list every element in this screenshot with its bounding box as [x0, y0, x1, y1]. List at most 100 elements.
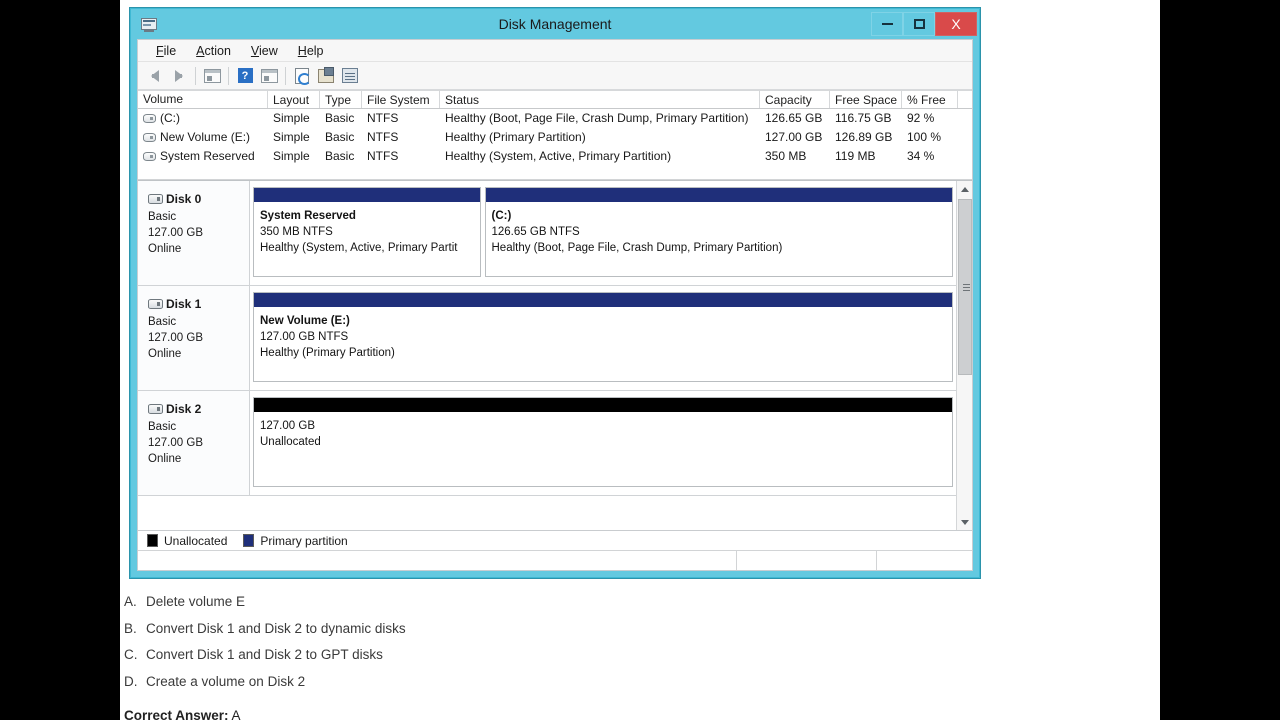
back-icon	[151, 69, 159, 82]
table-row[interactable]: (C:) Simple Basic NTFS Healthy (Boot, Pa…	[138, 109, 972, 128]
menu-action[interactable]: Action	[186, 42, 241, 60]
column-header-volume[interactable]: Volume	[138, 91, 268, 108]
forward-button[interactable]	[167, 64, 191, 88]
forward-icon	[175, 69, 183, 82]
disk-icon	[148, 299, 163, 309]
table-row[interactable]: New Volume (E:) Simple Basic NTFS Health…	[138, 128, 972, 147]
maximize-button[interactable]	[903, 12, 935, 36]
disk-title-1: Disk 1	[148, 296, 249, 312]
disk-size: 127.00 GB	[148, 227, 203, 239]
column-header-layout[interactable]: Layout	[268, 91, 320, 108]
back-button[interactable]	[143, 64, 167, 88]
minimize-button[interactable]	[871, 12, 903, 36]
minimize-icon	[881, 23, 893, 25]
menu-file[interactable]: File	[146, 42, 186, 60]
scroll-down-button[interactable]	[957, 514, 972, 530]
disk-info-2[interactable]: Disk 2 Basic 127.00 GB Online	[138, 391, 250, 495]
percent-free-cell: 34 %	[907, 149, 935, 163]
choice-c-letter: C.	[124, 647, 138, 662]
partition-status: Healthy (System, Active, Primary Partit	[260, 242, 458, 254]
choice-b-text: Convert Disk 1 and Disk 2 to dynamic dis…	[146, 620, 406, 636]
menu-view[interactable]: View	[241, 42, 288, 60]
choice-d[interactable]: D. Create a volume on Disk 2	[124, 672, 824, 693]
volume-name: New Volume (E:)	[160, 130, 251, 144]
page-root: Disk Management X File Action View Help	[0, 0, 1280, 720]
window-controls: X	[871, 12, 977, 36]
choice-b[interactable]: B. Convert Disk 1 and Disk 2 to dynamic …	[124, 619, 824, 640]
legend-label-primary-partition: Primary partition	[260, 533, 348, 548]
toolbar: ?	[138, 62, 972, 90]
title-bar[interactable]: Disk Management X	[131, 9, 979, 39]
column-header-percent-free[interactable]: % Free	[902, 91, 958, 108]
chevron-up-icon	[960, 186, 969, 192]
partition-unallocated[interactable]: 127.00 GB Unallocated	[253, 397, 953, 487]
properties-button[interactable]	[314, 64, 338, 88]
disk-type: Basic	[148, 316, 177, 328]
column-header-free-space[interactable]: Free Space	[830, 91, 902, 108]
disk-state: Online	[148, 243, 182, 255]
legend-swatch-primary-partition	[243, 534, 255, 547]
partition-c-drive[interactable]: (C:) 126.65 GB NTFS Healthy (Boot, Page …	[484, 187, 953, 277]
letterbox-right	[1160, 0, 1280, 720]
volume-cell: New Volume (E:)	[138, 128, 268, 147]
toolbar-separator	[228, 66, 229, 85]
partition-body: New Volume (E:) 127.00 GB NTFS Healthy (…	[254, 308, 952, 381]
type-cell: Basic	[325, 149, 355, 163]
table-row[interactable]: System Reserved Simple Basic NTFS Health…	[138, 147, 972, 166]
correct-answer: Correct Answer: A	[124, 706, 824, 720]
partition-system-reserved[interactable]: System Reserved 350 MB NTFS Healthy (Sys…	[253, 187, 481, 277]
column-header-file-system[interactable]: File System	[362, 91, 440, 108]
drive-icon	[143, 114, 156, 123]
disk-state: Online	[148, 348, 182, 360]
disk-graphical-pane: Disk 0 Basic 127.00 GB Online System Res…	[138, 181, 956, 530]
partition-body: System Reserved 350 MB NTFS Healthy (Sys…	[254, 203, 480, 276]
disk-management-window: Disk Management X File Action View Help	[130, 8, 980, 578]
refresh-button[interactable]	[290, 64, 314, 88]
help-button[interactable]: ?	[233, 64, 257, 88]
vertical-scrollbar[interactable]	[956, 181, 972, 530]
file-system-cell: NTFS	[367, 149, 399, 163]
window-title: Disk Management	[498, 16, 612, 32]
choice-d-letter: D.	[124, 673, 138, 689]
disk-management-icon	[140, 15, 158, 33]
status-pane-2	[737, 551, 877, 570]
file-system-cell: NTFS	[367, 111, 399, 125]
volume-list-header: Volume Layout Type File System Status Ca…	[138, 90, 972, 109]
partition-size: 127.00 GB NTFS	[260, 331, 349, 343]
disk-type: Basic	[148, 211, 177, 223]
partition-color-band	[254, 398, 952, 413]
volume-name: System Reserved	[160, 149, 255, 163]
partition-name: New Volume (E:)	[260, 315, 350, 327]
choice-a[interactable]: A. Delete volume E	[124, 592, 824, 613]
disk-info-1[interactable]: Disk 1 Basic 127.00 GB Online	[138, 286, 250, 390]
capacity-cell: 126.65 GB	[765, 111, 823, 125]
partition-size: 126.65 GB NTFS	[491, 226, 580, 238]
scrollbar-thumb[interactable]	[958, 199, 972, 375]
layout-cell: Simple	[273, 130, 310, 144]
disk-block-1: Disk 1 Basic 127.00 GB Online New Volume…	[138, 286, 956, 391]
column-header-capacity[interactable]: Capacity	[760, 91, 830, 108]
scroll-up-button[interactable]	[957, 181, 972, 197]
rescan-disks-button[interactable]	[338, 64, 362, 88]
partition-name: System Reserved	[260, 210, 356, 222]
close-button[interactable]: X	[935, 12, 977, 36]
volume-cell: (C:)	[138, 109, 268, 128]
file-system-cell: NTFS	[367, 130, 399, 144]
help-icon: ?	[237, 68, 253, 83]
partition-status: Unallocated	[260, 436, 321, 448]
legend: Unallocated Primary partition	[138, 530, 972, 550]
free-space-cell: 116.75 GB	[835, 111, 892, 125]
choice-c[interactable]: C. Convert Disk 1 and Disk 2 to GPT disk…	[124, 645, 824, 666]
disk-block-0: Disk 0 Basic 127.00 GB Online System Res…	[138, 181, 956, 286]
show-hide-console-tree-button[interactable]	[200, 64, 224, 88]
free-space-cell: 119 MB	[835, 149, 876, 163]
menu-help[interactable]: Help	[288, 42, 334, 60]
type-cell: Basic	[325, 130, 355, 144]
partition-color-band	[254, 188, 480, 203]
column-header-type[interactable]: Type	[320, 91, 362, 108]
column-header-status[interactable]: Status	[440, 91, 760, 108]
disk-info-0[interactable]: Disk 0 Basic 127.00 GB Online	[138, 181, 250, 285]
partition-new-volume-e[interactable]: New Volume (E:) 127.00 GB NTFS Healthy (…	[253, 292, 953, 382]
show-hide-action-pane-button[interactable]	[257, 64, 281, 88]
volume-list: Volume Layout Type File System Status Ca…	[138, 90, 972, 180]
